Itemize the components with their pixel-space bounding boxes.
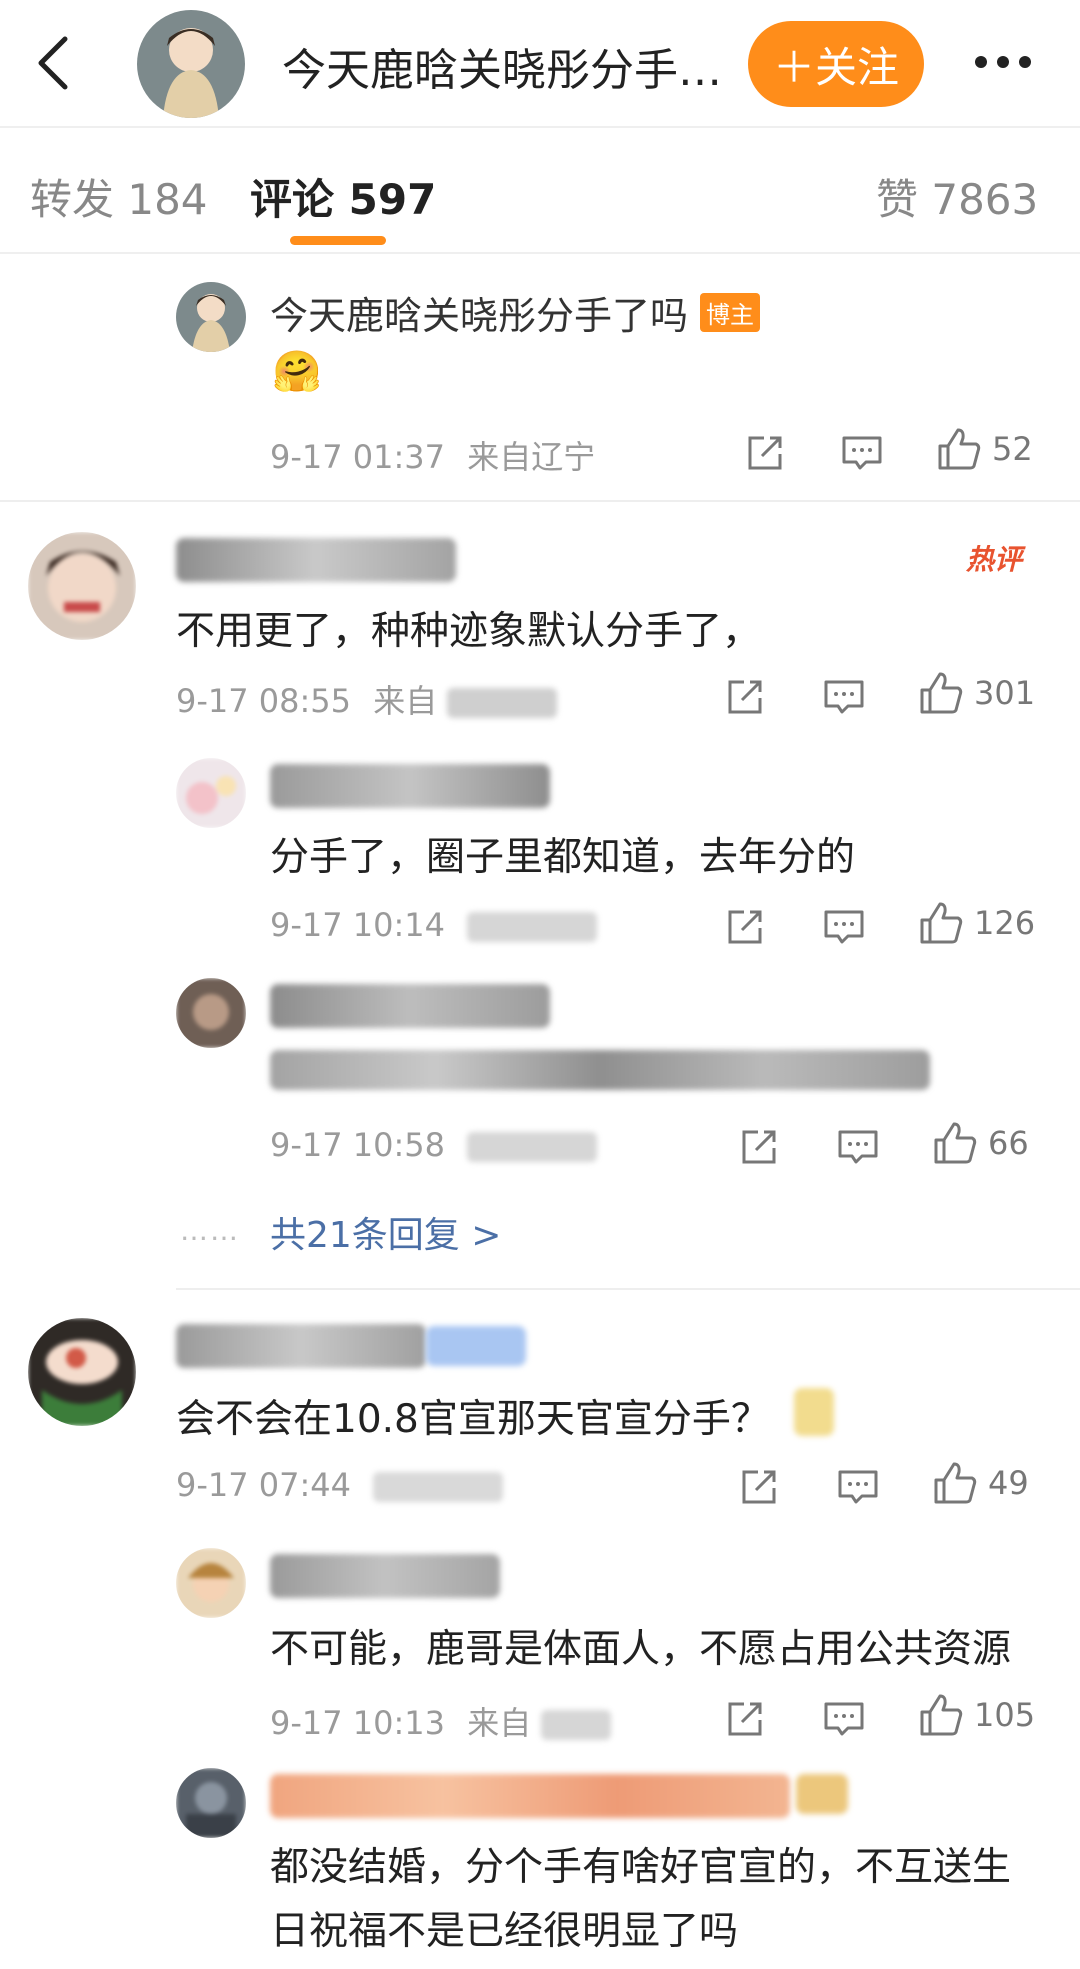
reply-icon[interactable] [822, 902, 866, 952]
user-badge [796, 1774, 848, 1814]
blurred-location [467, 912, 598, 942]
reply-location: 来自 [467, 1704, 532, 1742]
user-badge [426, 1326, 526, 1366]
commenter-name[interactable] [176, 1324, 426, 1368]
like-button[interactable]: 105 [918, 1690, 1035, 1740]
comment-time: 9-17 08:55 [176, 682, 352, 720]
share-icon[interactable] [724, 1694, 766, 1744]
blurred-location [447, 688, 558, 718]
share-icon[interactable] [738, 1462, 780, 1512]
reply-text: 分手了，圈子里都知道，去年分的 [270, 835, 856, 880]
comment-header: 今天鹿晗关晓彤分手了吗 博主 [270, 285, 761, 340]
like-count: 52 [992, 430, 1033, 468]
share-icon[interactable] [724, 902, 766, 952]
avatar[interactable] [176, 1768, 246, 1838]
reply-meta: 9-17 10:13 来自 [270, 1698, 612, 1744]
more-icon[interactable] [964, 40, 1042, 84]
more-replies-link[interactable]: 共21条回复 > [270, 1206, 501, 1258]
reply-icon[interactable] [836, 1462, 880, 1512]
page-title: 今天鹿晗关晓彤分手… [282, 45, 722, 96]
thumbs-up-icon [938, 428, 981, 470]
commenter-name[interactable]: 今天鹿晗关晓彤分手了吗 [270, 285, 688, 340]
reply-icon[interactable] [822, 1694, 866, 1744]
tab-bar: 转发 184 评论 597 赞 7863 [0, 128, 1080, 254]
like-button[interactable]: 126 [918, 898, 1035, 948]
share-icon[interactable] [724, 672, 766, 722]
follow-button[interactable]: ＋关注 [748, 21, 924, 107]
comment-time: 9-17 01:37 [270, 438, 446, 476]
commenter-name[interactable] [270, 1554, 500, 1598]
reply-time: 9-17 10:58 [270, 1126, 446, 1164]
thumbs-up-icon [934, 1462, 977, 1504]
comment-location: 来自辽宁 [467, 438, 596, 476]
top-bar: 今天鹿晗关晓彤分手… ＋关注 [0, 0, 1080, 128]
comment-text: 🤗 [272, 349, 322, 395]
thumbs-up-icon [920, 902, 963, 944]
tab-comments[interactable]: 评论 597 [250, 166, 436, 227]
comment-meta: 9-17 01:37 来自辽宁 [270, 432, 595, 478]
commenter-name[interactable] [270, 1774, 790, 1818]
comment-text: 不用更了，种种迹象默认分手了， [176, 609, 762, 654]
share-icon[interactable] [744, 428, 786, 478]
divider [176, 1288, 1080, 1290]
avatar[interactable] [28, 1318, 136, 1426]
blogger-badge: 博主 [700, 293, 761, 332]
reply-text: 都没结婚，分个手有啥好官宣的，不互送生 [270, 1845, 1012, 1890]
comment-meta: 9-17 07:44 [176, 1466, 504, 1504]
comment-meta: 9-17 08:55 来自 [176, 676, 558, 722]
blogger-avatar[interactable] [137, 10, 245, 118]
reply-time: 9-17 10:13 [270, 1704, 446, 1742]
divider [0, 500, 1080, 502]
comment-location: 来自 [373, 682, 438, 720]
reply-icon[interactable] [836, 1122, 880, 1172]
like-count: 301 [974, 674, 1036, 712]
like-count: 49 [988, 1464, 1029, 1502]
hot-comment-tag: 热评 [966, 543, 1023, 576]
emoji-icon [794, 1388, 834, 1436]
reply-text: 日祝福不是已经很明显了吗 [270, 1909, 739, 1954]
commenter-name[interactable] [270, 984, 550, 1028]
like-button[interactable]: 49 [932, 1458, 1029, 1508]
avatar[interactable] [176, 978, 246, 1048]
avatar[interactable] [176, 282, 246, 352]
comment-time: 9-17 07:44 [176, 1466, 352, 1504]
reply-meta: 9-17 10:14 [270, 906, 598, 944]
commenter-name[interactable] [270, 764, 550, 808]
reply-icon[interactable] [822, 672, 866, 722]
share-icon[interactable] [738, 1122, 780, 1172]
reply-text: 不可能，鹿哥是体面人，不愿占用公共资源 [270, 1627, 1012, 1672]
like-button[interactable]: 52 [936, 424, 1033, 474]
active-tab-indicator [290, 236, 386, 245]
tab-likes[interactable]: 赞 7863 [876, 166, 1038, 227]
reply-meta: 9-17 10:58 [270, 1126, 598, 1164]
like-count: 66 [988, 1124, 1029, 1162]
dots-separator: …… [180, 1214, 240, 1247]
blurred-location [541, 1710, 612, 1740]
thumbs-up-icon [920, 672, 963, 714]
reply-time: 9-17 10:14 [270, 906, 446, 944]
tab-reposts[interactable]: 转发 184 [30, 166, 208, 227]
avatar[interactable] [28, 532, 136, 640]
comment-text: 会不会在10.8官宣那天官宣分手？ [176, 1397, 770, 1442]
commenter-name[interactable] [176, 538, 456, 582]
avatar[interactable] [176, 1548, 246, 1618]
thumbs-up-icon [920, 1694, 963, 1736]
like-count: 105 [974, 1696, 1036, 1734]
blurred-location [467, 1132, 598, 1162]
back-icon[interactable] [18, 28, 88, 98]
thumbs-up-icon [934, 1122, 977, 1164]
avatar[interactable] [176, 758, 246, 828]
blurred-reply-text [270, 1050, 930, 1090]
blurred-location [373, 1472, 504, 1502]
like-button[interactable]: 66 [932, 1118, 1029, 1168]
reply-icon[interactable] [840, 428, 884, 478]
like-button[interactable]: 301 [918, 668, 1035, 718]
like-count: 126 [974, 904, 1036, 942]
